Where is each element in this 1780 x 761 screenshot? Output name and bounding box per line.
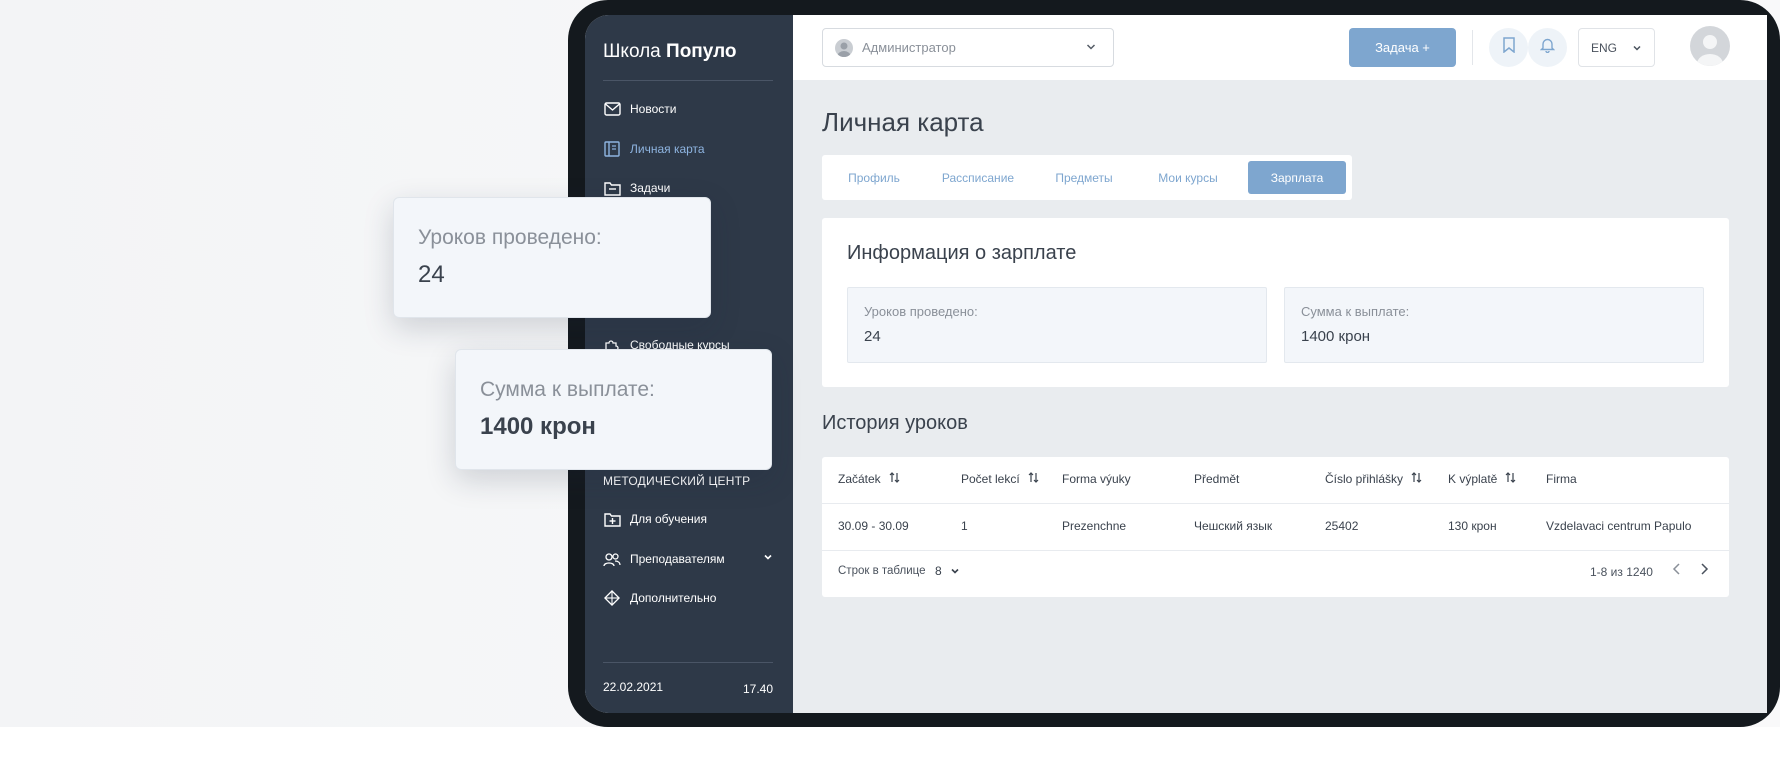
floating-amount-value: 1400 крон [480,413,596,440]
tab-subjects[interactable]: Предметы [1038,161,1130,194]
cell-company: Vzdelavaci centrum Papulo [1546,519,1692,533]
lesson-history-title: История уроков [822,412,968,434]
salary-info-card: Информация о зарплате Уроков проведено: … [822,218,1729,387]
tab-salary[interactable]: Зарплата [1248,161,1346,194]
column-header-label: Číslo přihlášky [1325,472,1404,486]
prev-page-button[interactable] [1667,561,1687,581]
page-title: Личная карта [822,107,984,137]
tabs: Профиль Рассписание Предметы Мои курсы З… [822,155,1352,200]
tab-schedule[interactable]: Рассписание [926,161,1030,194]
pagination-info: 1-8 из 1240 [1590,565,1653,579]
row-divider [822,503,1729,504]
floating-amount-label: Сумма к выплате: [480,378,655,401]
chevron-left-icon [1672,562,1682,580]
lessons-label: Уроков проведено: [864,304,978,319]
lesson-history-table: Začátek Počet lekcí Forma výuky Předmět … [822,457,1729,597]
cell-payout: 130 крон [1448,519,1497,533]
chevron-right-icon [1699,562,1709,580]
column-header-start[interactable]: Začátek [838,472,900,486]
cell-form: Prezenchne [1062,519,1127,533]
sort-icon [889,472,900,486]
tab-my-courses[interactable]: Мои курсы [1138,161,1238,194]
rows-per-page-select[interactable]: 8 [935,564,960,578]
column-header-payout[interactable]: K výplatě [1448,472,1516,486]
column-header-label: K výplatě [1448,472,1498,486]
sort-icon [1028,472,1039,486]
column-header-company: Firma [1546,472,1577,486]
floating-lessons-card: Уроков проведено: 24 [393,197,711,318]
cell-subject: Чешский язык [1194,519,1273,533]
lessons-value: 24 [864,328,881,345]
column-header-label: Počet lekcí [961,472,1020,486]
column-header-label: Začátek [838,472,881,486]
tab-profile[interactable]: Профиль [830,161,918,194]
chevron-down-icon [950,566,960,576]
rows-per-page-value: 8 [935,564,942,578]
column-header-application-number[interactable]: Číslo přihlášky [1325,472,1422,486]
amount-value: 1400 крон [1301,328,1371,345]
row-divider [822,550,1729,551]
next-page-button[interactable] [1694,561,1714,581]
column-header-label: Firma [1546,472,1577,486]
column-header-form: Forma výuky [1062,472,1131,486]
cell-start: 30.09 - 30.09 [838,519,909,533]
cell-application-number: 25402 [1325,519,1359,533]
rows-per-page-label: Строк в таблице [838,565,926,577]
sort-icon [1505,472,1516,486]
salary-info-title: Информация о зарплате [847,242,1077,264]
floating-amount-card: Сумма к выплате: 1400 крон [455,349,772,470]
column-header-lessons-count[interactable]: Počet lekcí [961,472,1039,486]
cell-lessons-count: 1 [961,519,968,533]
floating-lessons-label: Уроков проведено: [418,226,602,249]
sort-icon [1411,472,1422,486]
column-header-label: Forma výuky [1062,472,1131,486]
column-header-subject: Předmět [1194,472,1239,486]
amount-stat: Сумма к выплате: 1400 крон [1284,287,1704,363]
column-header-label: Předmět [1194,472,1240,486]
amount-label: Сумма к выплате: [1301,304,1410,319]
floating-lessons-value: 24 [418,261,445,288]
lessons-stat: Уроков проведено: 24 [847,287,1267,363]
